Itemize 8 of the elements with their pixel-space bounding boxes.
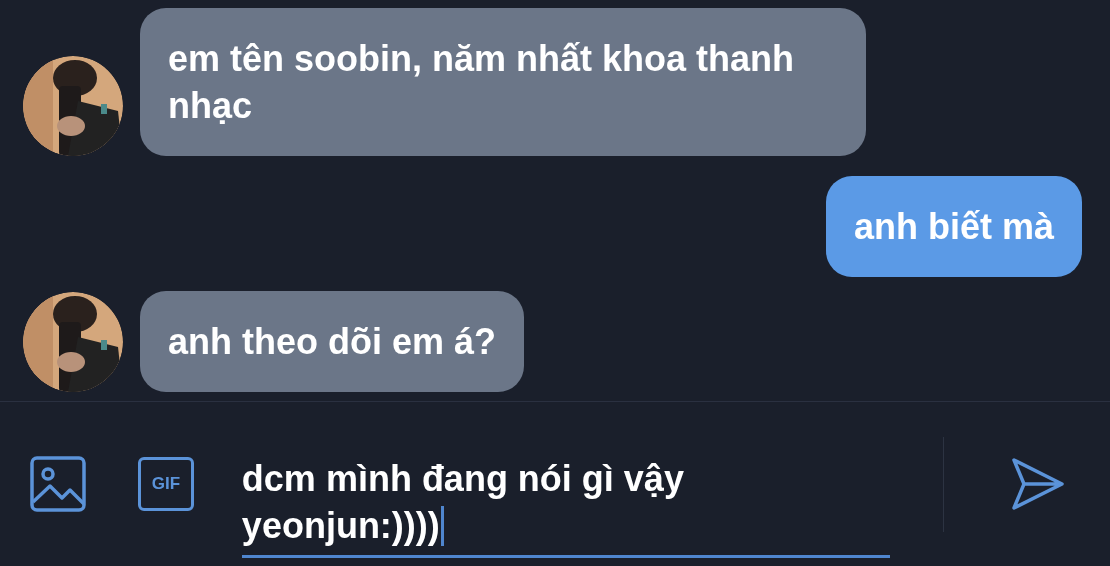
image-icon[interactable] bbox=[30, 456, 86, 512]
message-bubble: anh theo dõi em á? bbox=[140, 291, 525, 392]
text-cursor bbox=[440, 506, 444, 546]
message-field[interactable]: dcm mình đang nói gì vậy yeonjun:)))) bbox=[241, 445, 890, 558]
message-bubble: anh biết mà bbox=[825, 176, 1082, 277]
send-icon[interactable] bbox=[1010, 456, 1066, 512]
gif-button[interactable]: GIF bbox=[138, 457, 194, 511]
message-bubble: em tên soobin, năm nhất khoa thanh nhạc bbox=[140, 8, 866, 156]
